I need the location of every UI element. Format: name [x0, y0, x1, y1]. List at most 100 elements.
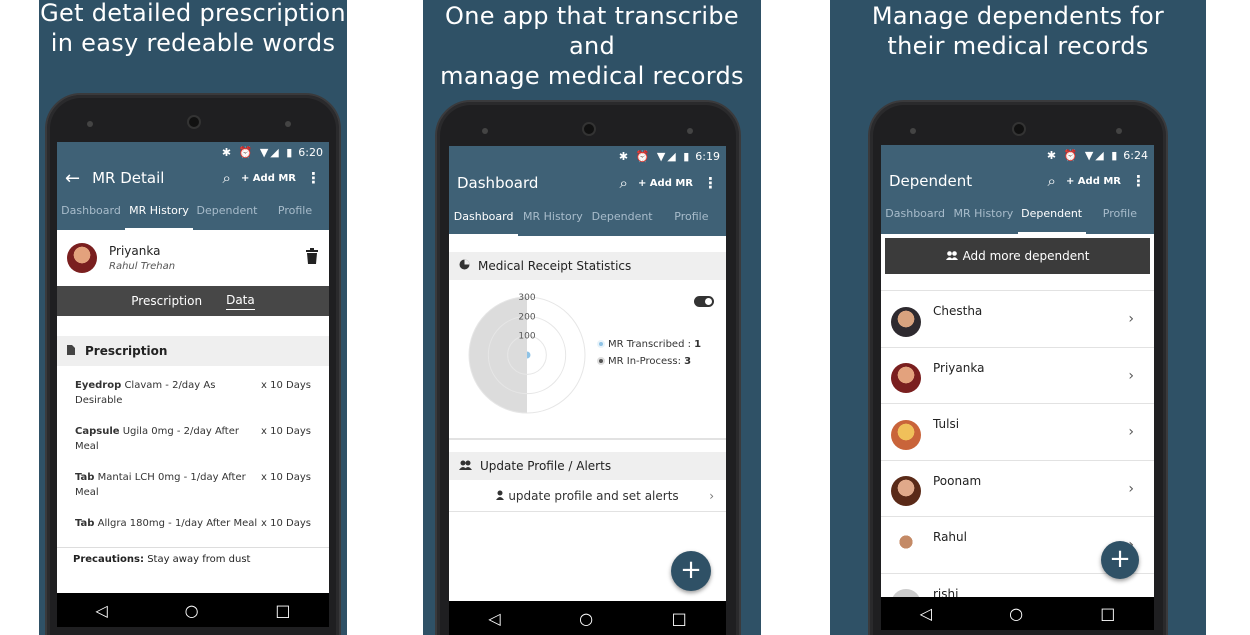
- nav-home-icon[interactable]: ○: [1009, 604, 1023, 623]
- list-item[interactable]: Tulsi ›: [881, 404, 1154, 461]
- users-icon: [459, 459, 472, 473]
- update-card-header: Update Profile / Alerts: [449, 452, 726, 480]
- update-link-label: update profile and set alerts: [508, 488, 679, 503]
- caption-line: manage medical records: [440, 62, 744, 90]
- android-navbar: ◁ ○ □: [449, 601, 726, 635]
- chevron-right-icon: ›: [1128, 480, 1134, 497]
- status-bar: ✱ ⏰ ▼◢ ▮ 6:20: [57, 142, 329, 162]
- add-mr-button[interactable]: + Add MR: [241, 173, 296, 184]
- update-profile-link[interactable]: update profile and set alerts ›: [449, 480, 726, 512]
- back-arrow-icon[interactable]: ←: [65, 168, 80, 189]
- promo-caption: One app that transcribe and manage medic…: [423, 1, 761, 91]
- rx-type: Tab: [75, 472, 95, 483]
- users-icon: [945, 249, 958, 263]
- phone-screen: ✱ ⏰ ▼◢ ▮ 6:20 ← MR Detail ⌕ + Add MR ⋮ D…: [57, 142, 329, 627]
- add-mr-button[interactable]: + Add MR: [638, 178, 693, 189]
- search-icon[interactable]: ⌕: [223, 169, 231, 187]
- rx-duration: x 10 Days: [261, 380, 311, 391]
- list-item: Tab Mantai LCH 0mg - 1/day After Meal x …: [75, 470, 311, 500]
- tab-bar: Dashboard MR History Dependent Profile: [449, 200, 726, 236]
- list-item[interactable]: Priyanka ›: [881, 348, 1154, 404]
- patient-name: Priyanka: [109, 244, 161, 258]
- chevron-right-icon: ›: [1128, 311, 1134, 327]
- status-icons: ✱ ⏰ ▼◢ ▮: [618, 149, 692, 163]
- promo-panel-1: Get detailed prescription in easy redeab…: [39, 0, 347, 635]
- add-mr-button[interactable]: + Add MR: [1066, 176, 1121, 187]
- rx-duration: x 10 Days: [261, 426, 311, 437]
- tab-dashboard[interactable]: Dashboard: [449, 200, 519, 236]
- chart-toggle[interactable]: [694, 296, 714, 307]
- chevron-right-icon: ›: [709, 488, 714, 503]
- rx-detail: Allgra 180mg - 1/day After Meal: [97, 518, 258, 529]
- patient-row: Priyanka Rahul Trehan: [57, 230, 329, 286]
- polar-chart: 300 200 100: [468, 293, 586, 414]
- tab-dashboard[interactable]: Dashboard: [881, 197, 949, 234]
- avatar: [891, 419, 921, 450]
- add-dependent-button[interactable]: Add more dependent: [885, 238, 1150, 274]
- list-item[interactable]: Poonam ›: [881, 461, 1154, 517]
- avatar: [67, 243, 97, 273]
- add-fab-button[interactable]: +: [1101, 541, 1139, 579]
- android-navbar: ◁ ○ □: [881, 597, 1154, 630]
- front-camera: [87, 121, 93, 127]
- nav-home-icon[interactable]: ○: [579, 609, 593, 628]
- tab-dependent[interactable]: Dependent: [193, 194, 261, 230]
- tab-mr-history[interactable]: MR History: [949, 197, 1017, 234]
- tick-label: 200: [518, 312, 535, 322]
- list-item[interactable]: Chestha ›: [881, 291, 1154, 348]
- precautions-text: Stay away from dust: [147, 554, 251, 565]
- nav-recent-icon[interactable]: □: [275, 601, 290, 620]
- more-menu-icon[interactable]: ⋮: [306, 169, 321, 187]
- earpiece: [582, 122, 596, 136]
- dependent-name: Tulsi: [933, 417, 960, 431]
- tab-dependent[interactable]: Dependent: [588, 200, 657, 236]
- tab-profile[interactable]: Profile: [657, 200, 726, 236]
- legend-value: 1: [694, 339, 702, 350]
- add-fab-button[interactable]: +: [671, 551, 711, 591]
- caption-line: Manage dependents for: [871, 2, 1165, 30]
- nav-back-icon[interactable]: ◁: [488, 609, 500, 628]
- trash-icon[interactable]: [305, 248, 319, 268]
- rx-description: Tab Mantai LCH 0mg - 1/day After Meal: [75, 470, 259, 500]
- caption-line: in easy redeable words: [50, 29, 336, 57]
- stats-title: Medical Receipt Statistics: [478, 259, 632, 273]
- tab-mr-history[interactable]: MR History: [125, 194, 193, 230]
- tick-label: 300: [518, 293, 535, 303]
- subtab-prescription[interactable]: Prescription: [131, 294, 202, 308]
- status-bar: ✱ ⏰ ▼◢ ▮ 6:19: [449, 146, 726, 166]
- tab-profile[interactable]: Profile: [1086, 197, 1154, 234]
- legend-dot: [597, 340, 605, 348]
- sensor: [1116, 128, 1122, 134]
- legend-value: 3: [684, 356, 692, 367]
- doctor-name: Rahul Trehan: [109, 261, 176, 272]
- tab-profile[interactable]: Profile: [261, 194, 329, 230]
- subtab-data[interactable]: Data: [226, 293, 255, 310]
- list-item: Eyedrop Clavam - 2/day As Desirable x 10…: [75, 378, 311, 408]
- patient-info: Priyanka Rahul Trehan: [109, 244, 175, 272]
- nav-home-icon[interactable]: ○: [185, 601, 199, 620]
- detail-subtabs: Prescription Data: [57, 286, 329, 316]
- nav-recent-icon[interactable]: □: [1100, 604, 1115, 623]
- rx-description: Tab Allgra 180mg - 1/day After Meal: [75, 516, 259, 531]
- status-icons: ✱ ⏰ ▼◢ ▮: [1046, 148, 1120, 162]
- promo-caption: Get detailed prescription in easy redeab…: [39, 0, 347, 58]
- more-menu-icon[interactable]: ⋮: [1131, 172, 1146, 190]
- tab-dependent[interactable]: Dependent: [1017, 197, 1086, 234]
- tab-dashboard[interactable]: Dashboard: [57, 194, 125, 230]
- search-icon[interactable]: ⌕: [620, 174, 628, 192]
- rx-type: Tab: [75, 518, 95, 529]
- nav-back-icon[interactable]: ◁: [95, 601, 107, 620]
- more-menu-icon[interactable]: ⋮: [703, 174, 718, 192]
- precautions: Precautions: Stay away from dust: [57, 547, 329, 571]
- search-icon[interactable]: ⌕: [1048, 172, 1056, 190]
- transcribed-segment: [527, 351, 531, 359]
- nav-recent-icon[interactable]: □: [672, 609, 687, 628]
- status-bar: ✱ ⏰ ▼◢ ▮ 6:24: [881, 145, 1154, 165]
- dependent-name: Rahul: [933, 530, 967, 544]
- app-bar: Dashboard ⌕ + Add MR ⋮: [449, 166, 726, 200]
- phone-screen: ✱ ⏰ ▼◢ ▮ 6:24 Dependent ⌕ + Add MR ⋮ Das…: [881, 145, 1154, 630]
- nav-back-icon[interactable]: ◁: [920, 604, 932, 623]
- page-title: Dashboard: [457, 174, 539, 192]
- tab-mr-history[interactable]: MR History: [518, 200, 587, 236]
- legend-label: MR In-Process:: [608, 356, 681, 367]
